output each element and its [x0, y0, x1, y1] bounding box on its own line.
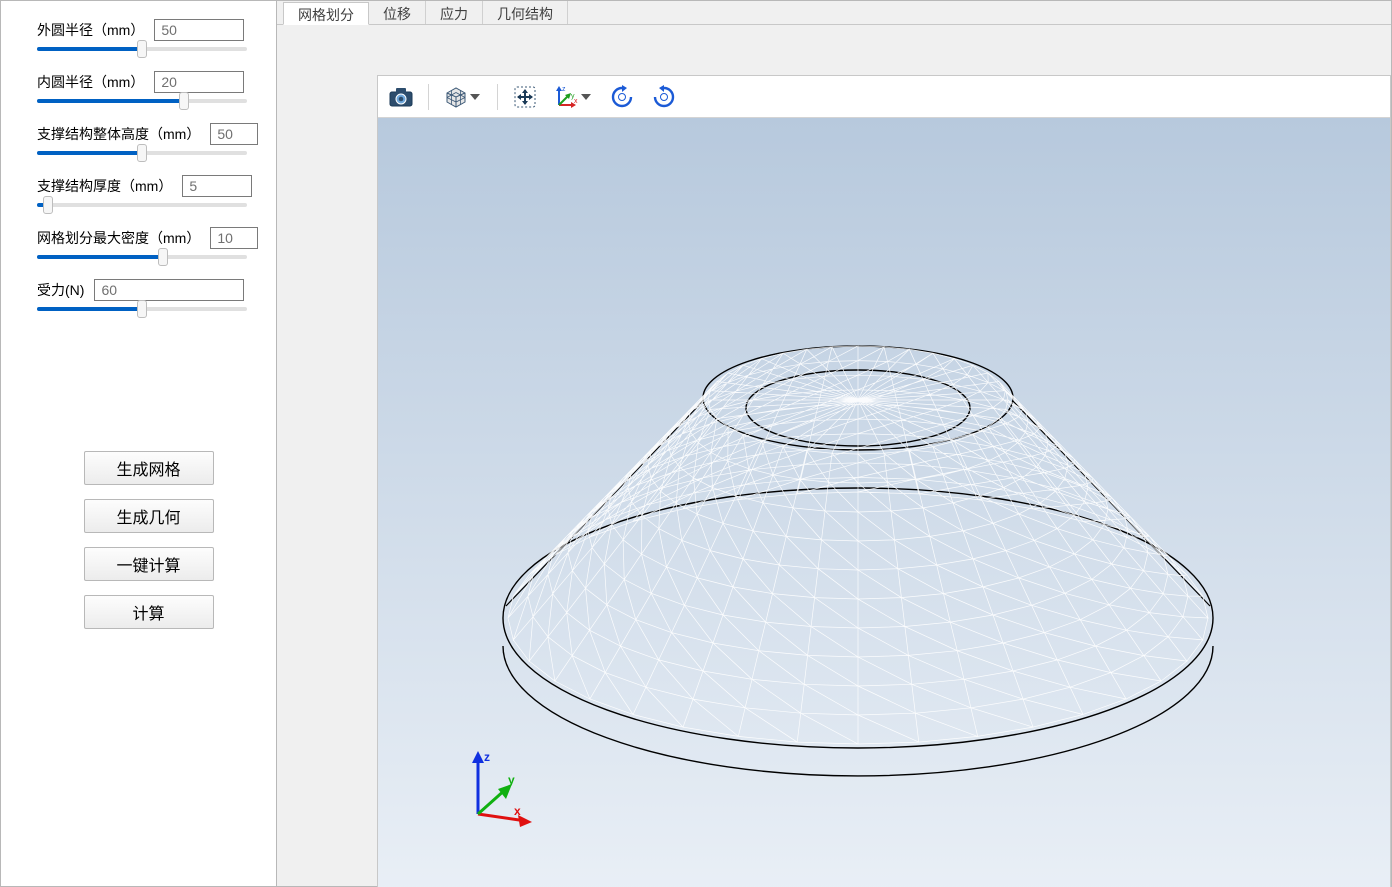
axis-triad: z x y — [458, 749, 538, 834]
generate-geometry-button[interactable]: 生成几何 — [84, 499, 214, 533]
param-height: 支撑结构整体高度（mm） — [37, 123, 247, 155]
pan-button[interactable] — [508, 82, 542, 112]
axis-z-label: z — [484, 750, 490, 764]
toolbar-divider — [497, 84, 498, 110]
inner-radius-input[interactable] — [154, 71, 244, 93]
calc-button[interactable]: 计算 — [84, 595, 214, 629]
viewport-canvas[interactable]: z x y — [378, 118, 1390, 887]
inner-radius-slider[interactable] — [37, 99, 247, 103]
view-wrap: z y x — [277, 25, 1391, 887]
view-cube-button[interactable] — [439, 82, 487, 112]
one-click-calc-button[interactable]: 一键计算 — [84, 547, 214, 581]
rotate-cw-icon — [609, 85, 635, 109]
param-force: 受力(N) — [37, 279, 247, 311]
mesh-density-input[interactable] — [210, 227, 258, 249]
param-mesh-density: 网格划分最大密度（mm） — [37, 227, 247, 259]
svg-text:z: z — [562, 86, 566, 93]
param-label: 支撑结构整体高度（mm） — [37, 124, 200, 144]
height-slider[interactable] — [37, 151, 247, 155]
thickness-slider[interactable] — [37, 203, 247, 207]
param-inner-radius: 内圆半径（mm） — [37, 71, 247, 103]
screenshot-button[interactable] — [384, 82, 418, 112]
tab-bar: 网格划分 位移 应力 几何结构 — [277, 1, 1391, 25]
param-label: 受力(N) — [37, 280, 84, 300]
mesh-density-slider[interactable] — [37, 255, 247, 259]
force-slider[interactable] — [37, 307, 247, 311]
tab-stress[interactable]: 应力 — [426, 1, 483, 24]
axes-button[interactable]: z y x — [548, 82, 598, 112]
sidebar: 外圆半径（mm） 内圆半径（mm） 支撑结构整体高度（mm） — [1, 1, 277, 886]
param-label: 支撑结构厚度（mm） — [37, 176, 172, 196]
axis-y-label: y — [508, 773, 515, 787]
action-buttons: 生成网格 生成几何 一键计算 计算 — [37, 451, 260, 629]
axis-x-label: x — [514, 804, 521, 818]
tab-mesh[interactable]: 网格划分 — [283, 2, 369, 25]
axes-icon: z y x — [553, 85, 579, 109]
camera-icon — [389, 87, 413, 107]
outer-radius-input[interactable] — [154, 19, 244, 41]
toolbar-divider — [428, 84, 429, 110]
tab-geometry[interactable]: 几何结构 — [483, 1, 568, 24]
generate-mesh-button[interactable]: 生成网格 — [84, 451, 214, 485]
app-root: 外圆半径（mm） 内圆半径（mm） 支撑结构整体高度（mm） — [0, 0, 1392, 887]
rotate-ccw-button[interactable] — [646, 82, 682, 112]
rotate-cw-button[interactable] — [604, 82, 640, 112]
height-input[interactable] — [210, 123, 258, 145]
param-label: 网格划分最大密度（mm） — [37, 228, 200, 248]
param-outer-radius: 外圆半径（mm） — [37, 19, 247, 51]
move-icon — [513, 85, 537, 109]
param-label: 外圆半径（mm） — [37, 20, 144, 40]
chevron-down-icon — [581, 94, 593, 100]
tab-displacement[interactable]: 位移 — [369, 1, 426, 24]
thickness-input[interactable] — [182, 175, 252, 197]
cube-icon — [444, 85, 468, 109]
main-area: 网格划分 位移 应力 几何结构 — [277, 1, 1391, 886]
param-thickness: 支撑结构厚度（mm） — [37, 175, 247, 207]
force-input[interactable] — [94, 279, 244, 301]
view-panel: z y x — [377, 75, 1391, 887]
param-label: 内圆半径（mm） — [37, 72, 144, 92]
outer-radius-slider[interactable] — [37, 47, 247, 51]
rotate-ccw-icon — [651, 85, 677, 109]
chevron-down-icon — [470, 94, 482, 100]
svg-text:x: x — [574, 98, 578, 105]
viewport-toolbar: z y x — [378, 76, 1390, 118]
